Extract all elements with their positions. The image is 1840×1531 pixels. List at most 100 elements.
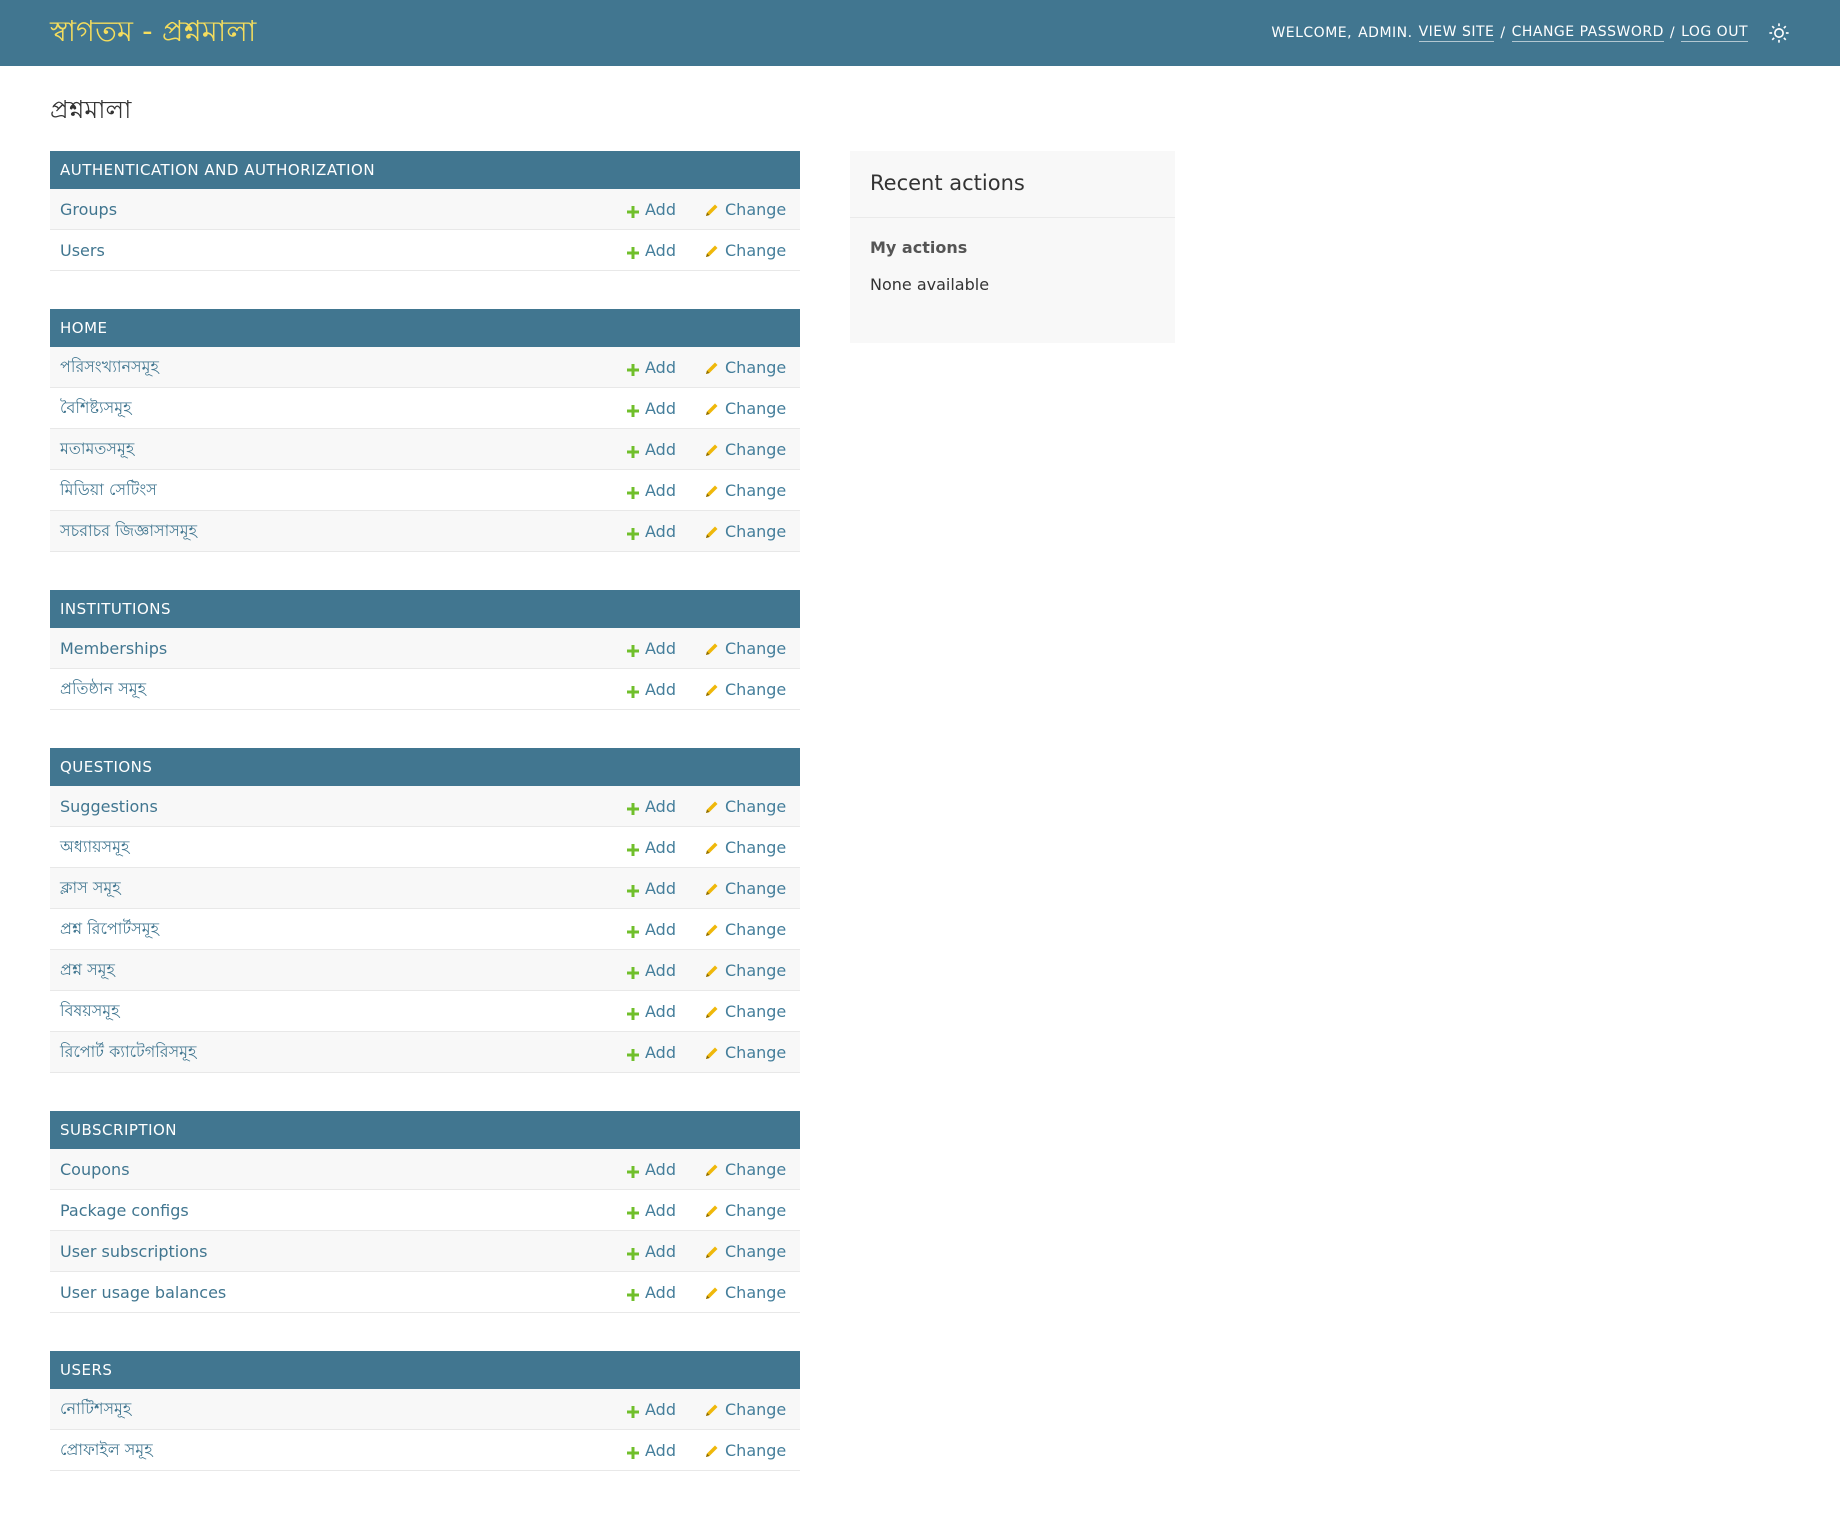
plus-icon [627,525,639,540]
add-link[interactable]: Add [627,440,676,459]
model-link[interactable]: প্রোফাইল সমূহ [60,1437,153,1464]
change-link[interactable]: Change [705,1043,786,1062]
plus-icon [627,484,639,499]
module-caption[interactable]: INSTITUTIONS [50,590,800,628]
model-link[interactable]: বৈশিষ্ট্যসমূহ [60,395,132,422]
model-row: User usage balances Add Change [50,1272,800,1313]
model-link[interactable]: Coupons [60,1160,130,1179]
change-link[interactable]: Change [705,1160,786,1179]
change-link[interactable]: Change [705,481,786,500]
add-link[interactable]: Add [627,1283,676,1302]
model-link[interactable]: মতামতসমূহ [60,436,134,463]
change-link[interactable]: Change [705,797,786,816]
change-link[interactable]: Change [705,920,786,939]
add-link[interactable]: Add [627,1043,676,1062]
add-link[interactable]: Add [627,1400,676,1419]
change-label: Change [725,199,787,219]
add-label: Add [645,796,676,816]
change-link[interactable]: Change [705,440,786,459]
model-link[interactable]: Suggestions [60,797,158,816]
module-caption[interactable]: QUESTIONS [50,748,800,786]
add-link[interactable]: Add [627,399,676,418]
model-row: Users Add Change [50,230,800,271]
add-label: Add [645,240,676,260]
sun-icon[interactable] [1768,22,1790,44]
model-link[interactable]: মিডিয়া সেটিংস [60,477,157,504]
add-link[interactable]: Add [627,1201,676,1220]
plus-icon [627,1444,639,1459]
model-link[interactable]: ক্লাস সমূহ [60,875,121,902]
change-link[interactable]: Change [705,639,786,658]
model-link[interactable]: সচরাচর জিজ্ঞাসাসমূহ [60,518,197,545]
plus-icon [627,683,639,698]
model-link[interactable]: বিষয়সমূহ [60,998,120,1025]
add-link[interactable]: Add [627,200,676,219]
add-link[interactable]: Add [627,481,676,500]
add-label: Add [645,1399,676,1419]
add-link[interactable]: Add [627,241,676,260]
module-caption[interactable]: HOME [50,309,800,347]
model-link[interactable]: প্রশ্ন সমূহ [60,957,115,984]
add-label: Add [645,837,676,857]
model-link[interactable]: রিপোর্ট ক্যাটেগরিসমূহ [60,1039,196,1066]
add-link[interactable]: Add [627,961,676,980]
module-caption[interactable]: USERS [50,1351,800,1389]
change-link[interactable]: Change [705,1400,786,1419]
change-link[interactable]: Change [705,200,786,219]
site-branding[interactable]: স্বাগতম - প্রশ্নমালা [50,9,256,58]
change-link[interactable]: Change [705,1201,786,1220]
model-row: প্রোফাইল সমূহ Add Change [50,1430,800,1471]
change-link[interactable]: Change [705,241,786,260]
change-link[interactable]: Change [705,358,786,377]
view-site-link[interactable]: VIEW SITE [1418,24,1495,42]
plus-icon [627,244,639,259]
change-password-link[interactable]: CHANGE PASSWORD [1511,24,1664,42]
change-link[interactable]: Change [705,838,786,857]
module: AUTHENTICATION AND AUTHORIZATION Groups Ad… [50,151,800,271]
module-caption[interactable]: AUTHENTICATION AND AUTHORIZATION [50,151,800,189]
change-link[interactable]: Change [705,961,786,980]
change-link[interactable]: Change [705,1242,786,1261]
change-link[interactable]: Change [705,680,786,699]
add-link[interactable]: Add [627,639,676,658]
add-link[interactable]: Add [627,879,676,898]
model-link[interactable]: User subscriptions [60,1242,207,1261]
pencil-icon [705,360,719,374]
change-link[interactable]: Change [705,1441,786,1460]
model-link[interactable]: User usage balances [60,1283,226,1302]
change-link[interactable]: Change [705,522,786,541]
plus-icon [627,1245,639,1260]
change-link[interactable]: Change [705,879,786,898]
add-link[interactable]: Add [627,1002,676,1021]
add-link[interactable]: Add [627,358,676,377]
model-link[interactable]: পরিসংখ্যানসমূহ [60,354,159,381]
model-link[interactable]: প্রতিষ্ঠান সমূহ [60,676,146,703]
add-label: Add [645,1282,676,1302]
add-link[interactable]: Add [627,522,676,541]
model-row: Memberships Add Change [50,628,800,669]
model-link[interactable]: Package configs [60,1201,189,1220]
model-link[interactable]: Users [60,241,105,260]
change-label: Change [725,1200,787,1220]
add-link[interactable]: Add [627,838,676,857]
log-out-link[interactable]: LOG OUT [1681,24,1748,42]
add-link[interactable]: Add [627,1242,676,1261]
module-caption[interactable]: SUBSCRIPTION [50,1111,800,1149]
add-link[interactable]: Add [627,797,676,816]
add-link[interactable]: Add [627,920,676,939]
add-link[interactable]: Add [627,1441,676,1460]
change-label: Change [725,960,787,980]
add-link[interactable]: Add [627,680,676,699]
model-link[interactable]: অধ্যায়সমূহ [60,834,129,861]
model-link[interactable]: Memberships [60,639,167,658]
change-link[interactable]: Change [705,1283,786,1302]
pencil-icon [705,799,719,813]
change-link[interactable]: Change [705,399,786,418]
model-link[interactable]: প্রশ্ন রিপোর্টসমূহ [60,916,159,943]
model-link[interactable]: Groups [60,200,117,219]
add-link[interactable]: Add [627,1160,676,1179]
model-link[interactable]: নোটিশসমূহ [60,1396,131,1423]
add-label: Add [645,1042,676,1062]
model-row: বিষয়সমূহ Add Change [50,991,800,1032]
change-link[interactable]: Change [705,1002,786,1021]
